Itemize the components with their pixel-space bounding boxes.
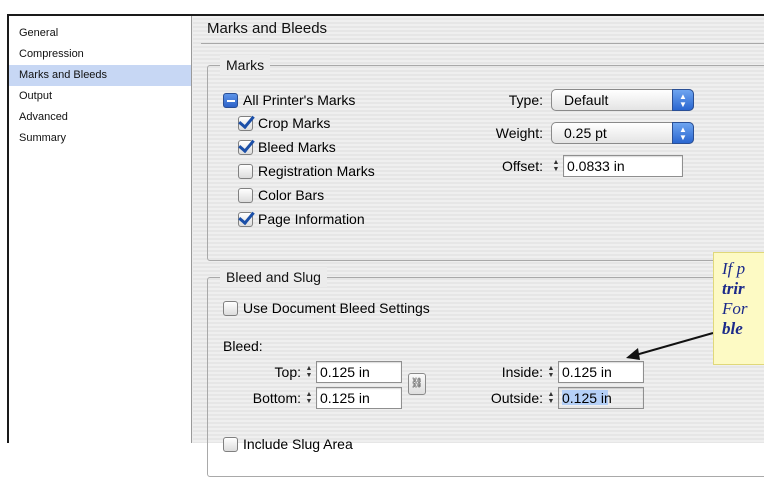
outside-label: Outside: <box>490 390 543 406</box>
sidebar-item-marks-and-bleeds[interactable]: Marks and Bleeds <box>9 65 191 86</box>
bleed-marks-checkbox[interactable] <box>238 139 253 155</box>
weight-popup-value: 0.25 pt <box>564 125 607 141</box>
type-label: Type: <box>508 92 543 108</box>
sidebar-item-summary[interactable]: Summary <box>9 128 191 149</box>
offset-stepper[interactable]: ▲ ▼ <box>551 155 683 177</box>
type-popup[interactable]: Default ▲ ▼ <box>551 89 694 111</box>
outside-field-wrap <box>558 387 644 409</box>
sidebar-item-advanced[interactable]: Advanced <box>9 107 191 128</box>
bleed-label: Bleed: <box>223 338 263 354</box>
outside-field[interactable] <box>558 387 644 409</box>
annotation-callout: If p trir For ble <box>713 252 764 365</box>
stepper-arrows-icon[interactable]: ▲ ▼ <box>304 365 314 379</box>
category-sidebar: General Compression Marks and Bleeds Out… <box>9 16 192 443</box>
color-bars-label: Color Bars <box>258 187 325 203</box>
include-slug-label: Include Slug Area <box>243 436 353 452</box>
include-slug-checkbox[interactable] <box>223 436 238 452</box>
all-printers-marks-row[interactable]: All Printer's Marks <box>223 89 355 111</box>
offset-field[interactable] <box>563 155 683 177</box>
inside-field[interactable] <box>558 361 644 383</box>
top-label: Top: <box>274 364 301 380</box>
bottom-field[interactable] <box>316 387 402 409</box>
crop-marks-label: Crop Marks <box>258 115 331 131</box>
all-printers-marks-label: All Printer's Marks <box>243 92 356 108</box>
marks-group: Marks All Printer's Marks Crop Marks Ble… <box>207 55 764 261</box>
color-bars-checkbox[interactable] <box>238 187 253 203</box>
stepper-arrows-icon[interactable]: ▲ ▼ <box>551 159 561 173</box>
sidebar-item-output[interactable]: Output <box>9 86 191 107</box>
registration-marks-checkbox[interactable] <box>238 163 253 179</box>
crop-marks-row[interactable]: Crop Marks <box>238 112 330 134</box>
sidebar-item-compression[interactable]: Compression <box>9 44 191 65</box>
outside-stepper[interactable]: ▲ ▼ <box>546 387 644 409</box>
weight-label: Weight: <box>495 125 543 141</box>
top-stepper[interactable]: ▲ ▼ <box>304 361 402 383</box>
registration-marks-label: Registration Marks <box>258 163 375 179</box>
stepper-arrows-icon[interactable]: ▲ ▼ <box>546 391 556 405</box>
bleed-slug-group-label: Bleed and Slug <box>220 267 327 287</box>
registration-marks-row[interactable]: Registration Marks <box>238 160 375 182</box>
chain-link-icon[interactable]: ⛓ <box>408 373 426 395</box>
bleed-marks-label: Bleed Marks <box>258 139 336 155</box>
bleed-marks-row[interactable]: Bleed Marks <box>238 136 336 158</box>
page-information-row[interactable]: Page Information <box>238 208 365 230</box>
popup-arrows-icon: ▲ ▼ <box>672 89 694 111</box>
callout-line-1: If p <box>722 259 746 278</box>
use-document-bleed-row[interactable]: Use Document Bleed Settings <box>223 297 430 319</box>
color-bars-row[interactable]: Color Bars <box>238 184 324 206</box>
popup-arrows-icon: ▲ ▼ <box>672 122 694 144</box>
settings-panel: Marks and Bleeds Marks All Printer's Mar… <box>193 16 764 477</box>
include-slug-row[interactable]: Include Slug Area <box>223 433 353 455</box>
bleed-slug-group: Bleed and Slug Use Document Bleed Settin… <box>207 267 764 477</box>
crop-marks-checkbox[interactable] <box>238 115 253 131</box>
page-information-label: Page Information <box>258 211 365 227</box>
sidebar-item-general[interactable]: General <box>9 23 191 44</box>
stepper-arrows-icon[interactable]: ▲ ▼ <box>546 365 556 379</box>
bottom-stepper[interactable]: ▲ ▼ <box>304 387 402 409</box>
title-divider <box>201 43 764 44</box>
all-printers-marks-checkbox[interactable] <box>223 92 238 108</box>
callout-line-3: For <box>722 299 748 318</box>
stepper-arrows-icon[interactable]: ▲ ▼ <box>304 391 314 405</box>
offset-label: Offset: <box>502 158 543 174</box>
marks-group-label: Marks <box>220 55 271 75</box>
page-information-checkbox[interactable] <box>238 211 253 227</box>
inside-stepper[interactable]: ▲ ▼ <box>546 361 644 383</box>
callout-line-4: ble <box>722 319 743 338</box>
type-popup-value: Default <box>564 92 609 108</box>
page-title: Marks and Bleeds <box>207 20 328 37</box>
callout-line-2: trir <box>722 279 745 298</box>
top-field[interactable] <box>316 361 402 383</box>
bottom-label: Bottom: <box>252 390 301 406</box>
use-document-bleed-label: Use Document Bleed Settings <box>243 300 430 316</box>
weight-popup[interactable]: 0.25 pt ▲ ▼ <box>551 122 694 144</box>
inside-label: Inside: <box>501 364 543 380</box>
use-document-bleed-checkbox[interactable] <box>223 300 238 316</box>
